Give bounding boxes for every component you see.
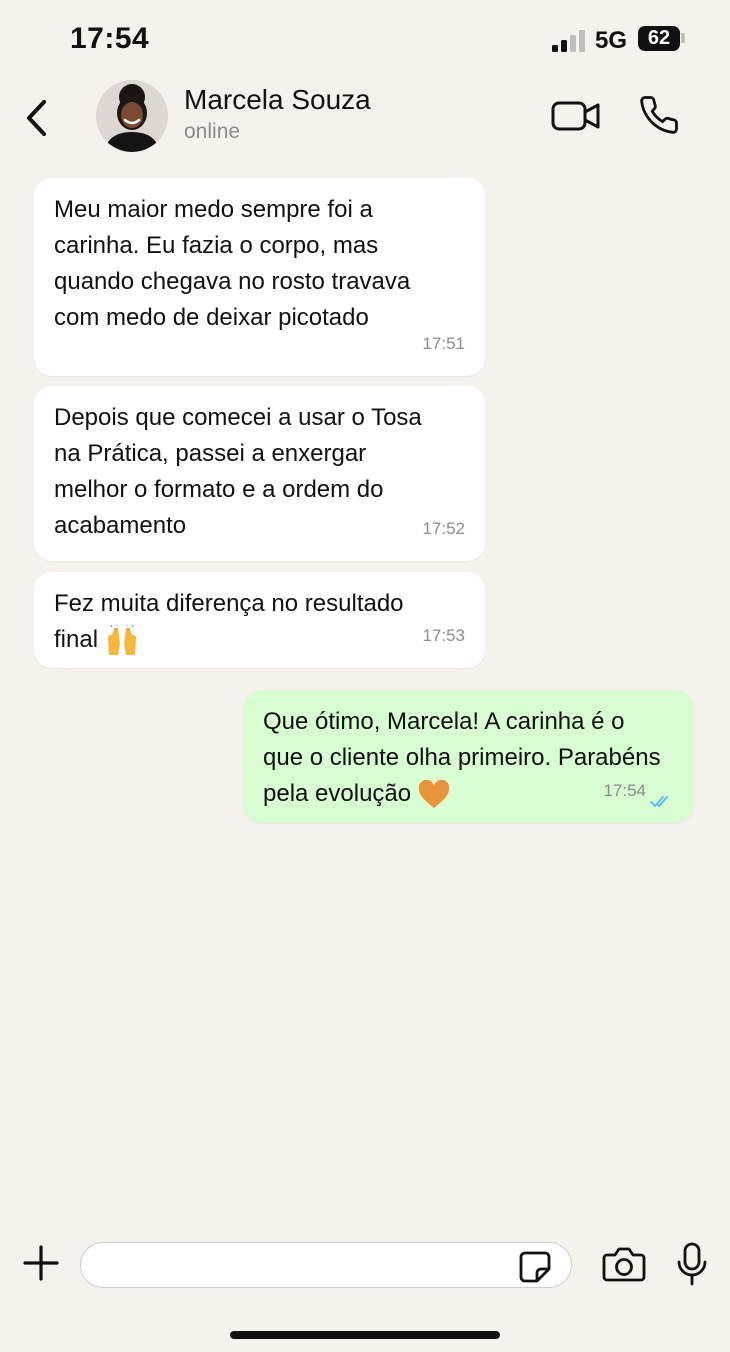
raising-hands-emoji-icon	[107, 624, 136, 655]
message-time: 17:51	[422, 334, 465, 353]
phone-icon[interactable]	[638, 94, 680, 136]
message-text-content: Que ótimo, Marcela! A carinha é o que o …	[263, 708, 661, 807]
message-input[interactable]	[80, 1242, 572, 1288]
message-time: 17:52	[422, 519, 465, 538]
chat-area: Meu maior medo sempre foi a carinha. Eu …	[0, 160, 730, 1220]
signal-icon	[552, 30, 585, 52]
battery-tip	[681, 33, 685, 43]
contact-name[interactable]: Marcela Souza	[184, 84, 371, 116]
video-icon[interactable]	[550, 98, 602, 134]
sticker-icon[interactable]	[518, 1250, 552, 1284]
message-time: 17:54	[603, 781, 646, 800]
status-bar: 17:54 5G 62	[0, 0, 730, 80]
back-icon[interactable]	[20, 94, 60, 142]
message-bubble-incoming[interactable]: Depois que comecei a usar o Tosa na Prát…	[34, 386, 485, 561]
message-text: Fez muita diferença no resultado final	[54, 586, 465, 658]
message-bubble-incoming[interactable]: Meu maior medo sempre foi a carinha. Eu …	[34, 178, 485, 376]
plus-icon[interactable]	[22, 1244, 60, 1282]
network-label: 5G	[595, 27, 628, 54]
battery-icon: 62	[638, 26, 680, 51]
message-bubble-incoming[interactable]: Fez muita diferença no resultado final 1…	[34, 572, 485, 668]
read-ticks-icon	[650, 796, 668, 807]
chat-header: Marcela Souza online	[0, 72, 730, 160]
avatar-image	[96, 80, 168, 152]
status-time: 17:54	[70, 22, 150, 55]
message-bubble-outgoing[interactable]: Que ótimo, Marcela! A carinha é o que o …	[243, 690, 694, 823]
mic-icon[interactable]	[676, 1242, 708, 1286]
home-indicator	[230, 1331, 500, 1339]
avatar[interactable]	[96, 80, 168, 152]
message-time: 17:53	[422, 626, 465, 645]
orange-heart-emoji-icon	[418, 779, 449, 808]
contact-status: online	[184, 120, 241, 143]
input-bar	[0, 1224, 730, 1304]
message-text: Depois que comecei a usar o Tosa na Prát…	[54, 404, 422, 539]
camera-icon[interactable]	[602, 1246, 646, 1282]
message-text: Meu maior medo sempre foi a carinha. Eu …	[54, 196, 411, 331]
